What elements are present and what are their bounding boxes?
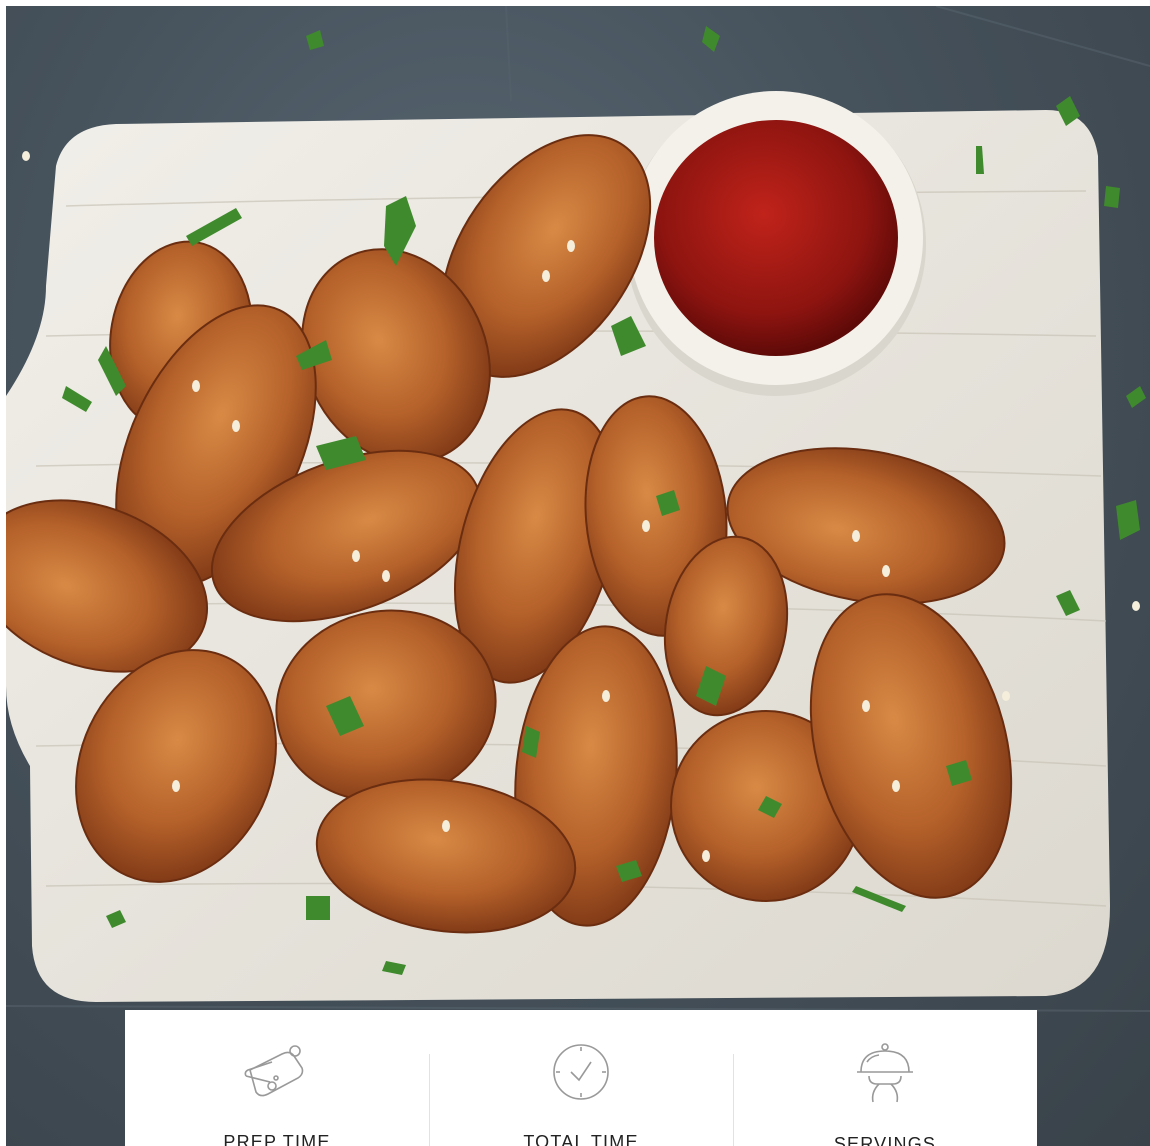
prep-time-section: PREP TIME bbox=[125, 1010, 429, 1146]
prep-time-label: PREP TIME bbox=[223, 1132, 331, 1146]
recipe-info-card: PREP TIME TOTAL TIME SERVINGS bbox=[125, 1010, 1037, 1146]
servings-label: SERVINGS bbox=[833, 1134, 937, 1146]
total-time-section: TOTAL TIME bbox=[429, 1010, 733, 1146]
servings-section: SERVINGS bbox=[733, 1010, 1037, 1146]
clock-icon bbox=[546, 1040, 616, 1104]
sauce-bowl bbox=[626, 91, 926, 396]
hero-image bbox=[6, 6, 1150, 1146]
chicken-wings-photo bbox=[6, 6, 1150, 1012]
cloche-platter-icon bbox=[850, 1040, 920, 1106]
recipe-page: PREP TIME TOTAL TIME SERVINGS bbox=[0, 0, 1150, 1146]
cutting-board-icon bbox=[242, 1040, 312, 1104]
total-time-label: TOTAL TIME bbox=[523, 1132, 639, 1146]
